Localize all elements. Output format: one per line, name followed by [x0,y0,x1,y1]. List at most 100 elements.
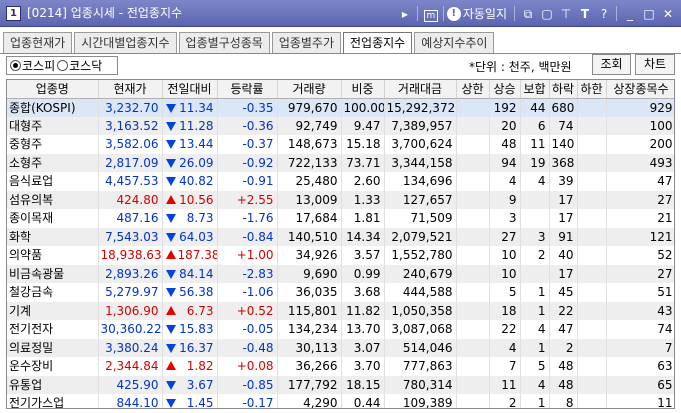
cell-rate: -2.83 [217,264,278,283]
tab-sector-components[interactable]: 업종별구성종목 [178,32,270,53]
table-row[interactable]: 소형주 2,817.09 26.09 -0.92 722,133 73.71 3,344,1… [7,153,674,172]
header-sector-name[interactable]: 업종명 [7,80,99,99]
cell-listed: 63 [606,357,674,376]
header-volume[interactable]: 거래량 [277,80,342,99]
table-row[interactable]: 음식료업 4,457.53 40.82 -0.91 25,480 2.60 134,696 4… [7,172,674,191]
table-row[interactable]: 종합(KOSPI) 3,232.70 11.34 -0.35 979,670 100.00… [7,98,674,117]
radio-kospi[interactable]: 코스피 [10,57,55,74]
table-row[interactable]: 종이목재 487.16 8.73 -1.76 17,684 1.81 71,509 3 17 21 [7,209,674,228]
cell-rise: 48 [489,135,521,154]
radio-kosdaq[interactable]: 코스닥 [57,57,102,74]
cell-fall: 17 [549,190,578,209]
cell-amount: 1,050,358 [384,301,457,320]
cell-lower [577,135,607,154]
copy-icon[interactable]: ▢ [538,5,556,23]
tab-all-sector-index[interactable]: 전업종지수 [343,32,413,54]
table-row[interactable]: 대형주 3,163.52 11.28 -0.36 92,749 9.47 7,389,957… [7,116,674,135]
cell-volume: 36,266 [277,357,342,376]
cell-flat: 4 [520,172,550,191]
cell-rate: -0.35 [217,98,278,117]
radio-kosdaq-dot[interactable] [57,60,69,71]
cell-rate: -1.06 [217,283,278,302]
radio-kospi-dot[interactable] [10,60,21,71]
cell-fall: 22 [549,301,578,320]
cell-rise: 11 [489,375,521,394]
tab-bar: 업종현재가 시간대별업종지수 업종별구성종목 업종별주가 전업종지수 예상지수추… [3,32,496,54]
maximize-icon[interactable]: □ [640,5,658,23]
tab-expected-index[interactable]: 예상지수추이 [414,32,495,53]
table-row[interactable]: 기계 1,306.90 6.73 +0.52 115,801 11.82 1,050,358… [7,301,674,320]
cell-volume: 148,673 [277,135,342,154]
cell-amount: 71,509 [384,209,457,228]
cell-listed: 11 [606,394,674,408]
cell-price: 487.16 [98,209,163,228]
cell-volume: 13,009 [277,190,342,209]
cell-weight: 11.82 [341,301,385,320]
header-listed-count[interactable]: 상장종목수 [606,80,674,99]
table-row[interactable]: 철강금속 5,279.97 56.38 -1.06 36,035 3.68 444,588 5… [7,283,674,302]
font-t-icon[interactable]: T [576,5,594,23]
header-change[interactable]: 전일대비 [162,80,218,99]
header-price[interactable]: 현재가 [98,80,163,99]
table-row[interactable]: 의약품 18,938.63 187.38 +1.00 34,926 3.57 1,552,7… [7,246,674,265]
screen-title: 업종시세 - 전업종지수 [70,6,183,20]
cell-flat: 1 [520,301,550,320]
window-link-icon[interactable]: ⧉ [519,5,537,23]
tab-sector-price[interactable]: 업종현재가 [3,32,73,53]
m-icon[interactable]: m [422,5,440,23]
cell-volume: 30,113 [277,338,342,357]
tab-sector-stock-price[interactable]: 업종별주가 [271,32,342,53]
table-row[interactable]: 중형주 3,582.06 13.44 -0.37 148,673 15.18 3,700,6… [7,135,674,154]
minimize-icon[interactable]: _ [621,5,639,23]
cell-diff: 56.38 [162,283,218,302]
table-row[interactable]: 운수장비 2,344.84 1.82 +0.08 36,266 3.70 777,863 7 5… [7,357,674,376]
cell-diff-value: 15.83 [179,322,214,337]
cell-upper [456,264,490,283]
cell-price: 2,817.09 [98,153,163,172]
header-flat[interactable]: 보합 [520,80,550,99]
cell-weight: 3.70 [341,357,385,376]
header-rise[interactable]: 상승 [489,80,521,99]
pin-icon[interactable]: ⊤ [557,5,575,23]
header-lower-limit[interactable]: 하한 [577,80,607,99]
cell-price: 424.80 [98,190,163,209]
info-icon[interactable]: ! [446,6,461,21]
query-button[interactable]: 조회 [592,54,631,75]
cell-rate: -0.17 [217,394,278,408]
table-row[interactable]: 전기전자 30,360.22 15.83 -0.05 134,234 13.70 3,087… [7,320,674,339]
table-row[interactable]: 유통업 425.90 3.67 -0.85 177,792 18.15 780,314 11 4… [7,375,674,394]
tab-time-index[interactable]: 시간대별업종지수 [74,32,177,53]
cell-upper [456,338,490,357]
table-row[interactable]: 섬유의복 424.80 10.56 +2.55 13,009 1.33 127,657 9 17… [7,190,674,209]
header-fall[interactable]: 하락 [549,80,578,99]
help-icon[interactable]: ? [595,5,613,23]
cell-lower [577,320,607,339]
window-title: [0214] 업종시세 - 전업종지수 [27,5,182,21]
cell-upper [456,375,490,394]
cell-lower [577,227,607,246]
table-row[interactable]: 비금속광물 2,893.26 84.14 -2.83 9,690 0.99 240,679 1… [7,264,674,283]
header-weight[interactable]: 비중 [341,80,385,99]
cell-upper [456,246,490,265]
dropdown-arrow-icon[interactable]: ▸ [396,5,414,23]
cell-name: 전기전자 [7,320,99,339]
chart-button[interactable]: 차트 [635,54,675,75]
cell-flat: 2 [520,246,550,265]
close-icon[interactable]: ✕ [659,5,677,23]
table-row[interactable]: 화학 7,543.03 64.03 -0.84 140,510 14.34 2,079,52… [7,227,674,246]
cell-lower [577,283,607,302]
cell-rate: -0.48 [217,338,278,357]
header-amount[interactable]: 거래대금 [384,80,457,99]
cell-rise: 7 [489,357,521,376]
table-row[interactable]: 의료정밀 3,380.24 16.37 -0.48 30,113 3.07 514,046 4… [7,338,674,357]
table-row[interactable]: 전기가스업 844.10 1.45 -0.17 4,290 0.44 109,389 2 1 8 1… [7,394,674,408]
cell-upper [456,227,490,246]
cell-name: 섬유의복 [7,190,99,209]
cell-volume: 34,926 [277,246,342,265]
header-rate[interactable]: 등락률 [217,80,278,99]
auto-log-button[interactable]: 자동일지 [463,5,507,22]
cell-volume: 9,690 [277,264,342,283]
header-upper-limit[interactable]: 상한 [456,80,490,99]
app-icon: 1 [6,6,21,21]
down-arrow-icon [165,103,176,113]
